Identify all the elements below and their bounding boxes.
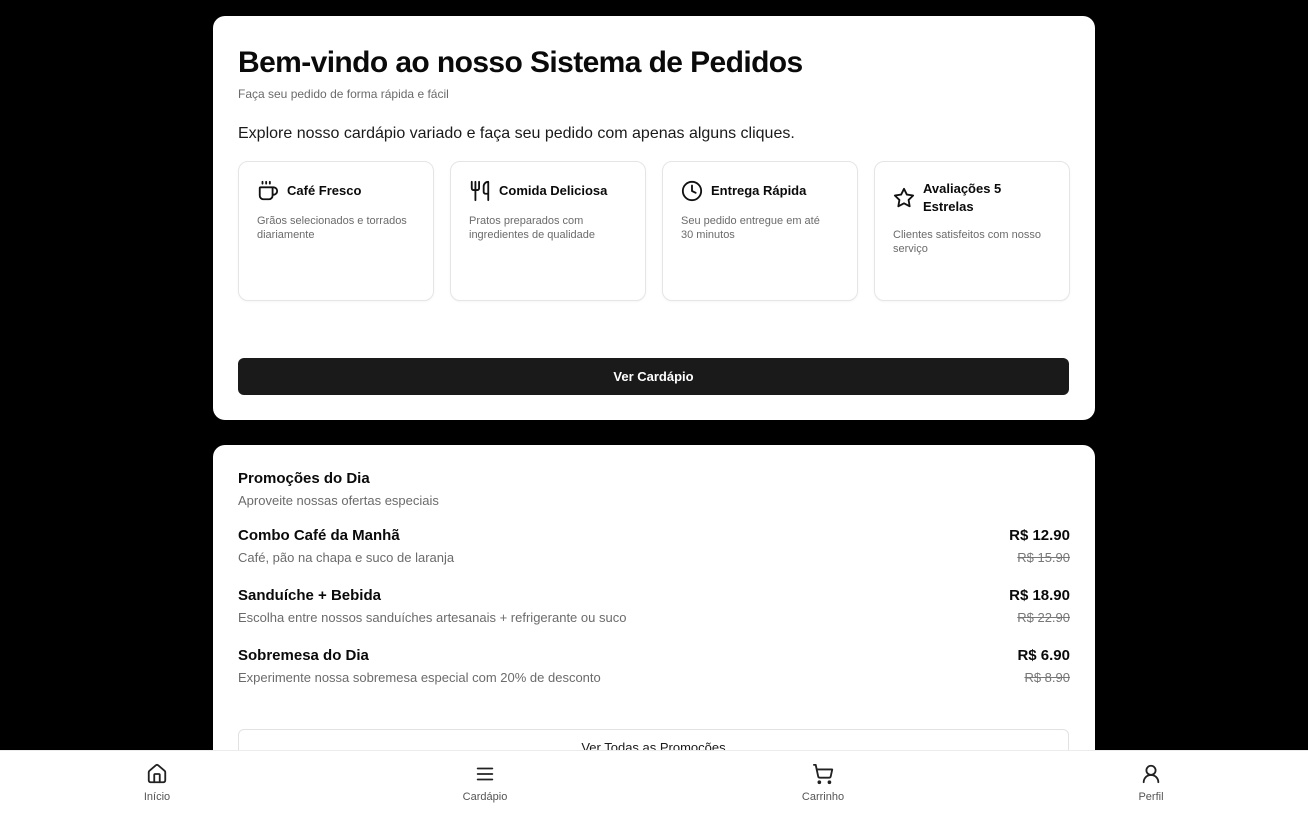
clock-icon bbox=[681, 180, 703, 202]
promotions-title: Promoções do Dia bbox=[238, 470, 370, 487]
feature-description: Pratos preparados com ingredientes de qu… bbox=[469, 215, 595, 241]
page-title: Bem-vindo ao nosso Sistema de Pedidos bbox=[238, 46, 803, 79]
nav-item-menu[interactable]: Cardápio bbox=[445, 763, 525, 803]
promotion-name: Sanduíche + Bebida bbox=[238, 587, 381, 604]
promotion-description: Café, pão na chapa e suco de laranja bbox=[238, 550, 455, 565]
feature-title: Avaliações 5 Estrelas bbox=[923, 181, 1002, 214]
nav-label: Cardápio bbox=[462, 791, 508, 803]
menu-icon bbox=[474, 763, 496, 785]
feature-description: Seu pedido entregue em até 30 minutos bbox=[681, 215, 820, 241]
home-icon bbox=[146, 763, 168, 785]
page-subtitle: Faça seu pedido de forma rápida e fácil bbox=[238, 87, 449, 101]
promotion-price: R$ 12.90 bbox=[1009, 527, 1070, 544]
coffee-cup-icon bbox=[257, 180, 279, 202]
feature-card-fast-delivery: Entrega Rápida Seu pedido entregue em at… bbox=[662, 161, 858, 301]
intro-text: Explore nosso cardápio variado e faça se… bbox=[238, 125, 795, 142]
promotion-old-price: R$ 15.90 bbox=[1017, 550, 1070, 565]
view-menu-button[interactable]: Ver Cardápio bbox=[238, 358, 1069, 395]
feature-title: Entrega Rápida bbox=[711, 183, 807, 198]
promotion-item[interactable]: Combo Café da Manhã Café, pão na chapa e… bbox=[238, 526, 1070, 586]
feature-title: Comida Deliciosa bbox=[499, 183, 608, 198]
promotion-price: R$ 6.90 bbox=[1017, 647, 1070, 664]
promotion-name: Sobremesa do Dia bbox=[238, 647, 369, 664]
user-icon bbox=[1140, 763, 1162, 785]
promotion-old-price: R$ 8.90 bbox=[1024, 670, 1070, 685]
welcome-card: Bem-vindo ao nosso Sistema de Pedidos Fa… bbox=[213, 16, 1095, 420]
promotions-list: Combo Café da Manhã Café, pão na chapa e… bbox=[238, 526, 1070, 706]
cart-icon bbox=[812, 763, 834, 785]
promotion-description: Escolha entre nossos sanduíches artesana… bbox=[238, 610, 627, 625]
promotion-description: Experimente nossa sobremesa especial com… bbox=[238, 670, 601, 685]
promotion-item[interactable]: Sanduíche + Bebida Escolha entre nossos … bbox=[238, 586, 1070, 646]
utensils-icon bbox=[469, 180, 491, 202]
feature-title: Café Fresco bbox=[287, 183, 362, 198]
nav-label: Início bbox=[143, 791, 171, 803]
promotion-name: Combo Café da Manhã bbox=[238, 527, 400, 544]
bottom-nav: Início Cardápio Carrinho Perfil bbox=[0, 750, 1308, 816]
nav-label: Perfil bbox=[1138, 791, 1164, 803]
nav-item-profile[interactable]: Perfil bbox=[1111, 763, 1191, 803]
feature-card-five-stars: Avaliações 5 Estrelas Clientes satisfeit… bbox=[874, 161, 1070, 301]
star-icon bbox=[893, 187, 915, 209]
nav-item-cart[interactable]: Carrinho bbox=[783, 763, 863, 803]
feature-description: Grãos selecionados e torrados diariament… bbox=[257, 215, 407, 241]
app-viewport: Bem-vindo ao nosso Sistema de Pedidos Fa… bbox=[0, 0, 1308, 816]
nav-label: Carrinho bbox=[801, 791, 845, 803]
promotions-card: Promoções do Dia Aproveite nossas oferta… bbox=[213, 445, 1095, 775]
feature-card-fresh-coffee: Café Fresco Grãos selecionados e torrado… bbox=[238, 161, 434, 301]
nav-item-home[interactable]: Início bbox=[117, 763, 197, 803]
feature-card-delicious-food: Comida Deliciosa Pratos preparados com i… bbox=[450, 161, 646, 301]
promotions-subtitle: Aproveite nossas ofertas especiais bbox=[238, 493, 439, 508]
promotion-old-price: R$ 22.90 bbox=[1017, 610, 1070, 625]
promotion-item[interactable]: Sobremesa do Dia Experimente nossa sobre… bbox=[238, 646, 1070, 706]
features-row: Café Fresco Grãos selecionados e torrado… bbox=[238, 161, 1070, 301]
feature-description: Clientes satisfeitos com nosso serviço bbox=[893, 229, 1041, 255]
promotion-price: R$ 18.90 bbox=[1009, 587, 1070, 604]
